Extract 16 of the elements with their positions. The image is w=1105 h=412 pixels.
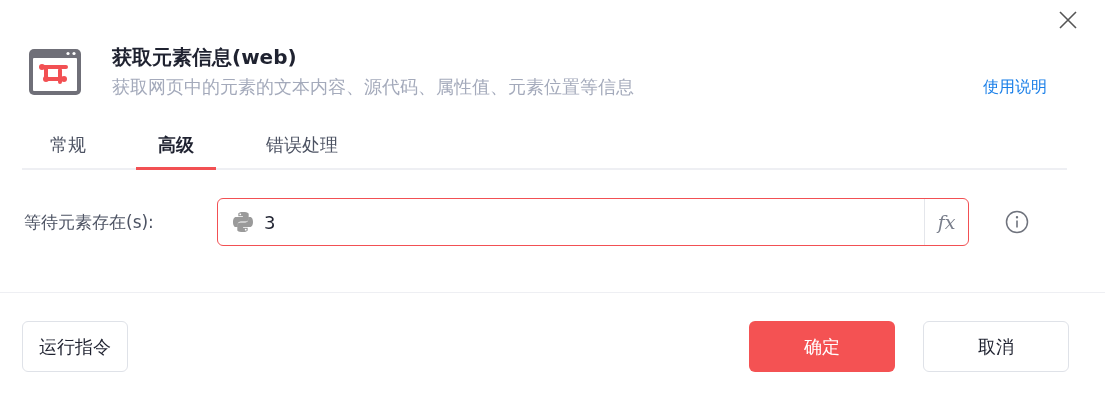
close-button[interactable] [1057,9,1079,31]
tab[interactable]: 错误处理 [244,133,360,170]
action-button[interactable]: 运行指令 [22,321,128,372]
info-icon[interactable] [1005,210,1029,234]
dialog-title: 获取元素信息(web) [112,44,298,71]
formula-button[interactable]: fx [924,199,968,245]
dialog-description: 获取网页中的元素的文本内容、源代码、属性值、元素位置等信息 [112,75,634,99]
action-button[interactable]: 取消 [923,321,1069,372]
value-text[interactable]: 3 [262,210,924,234]
field-label: 等待元素存在(s): [24,210,155,234]
help-link[interactable]: 使用说明 [983,76,1047,98]
browser-window-icon [28,47,82,96]
python-icon [232,211,254,233]
tab[interactable]: 高级 [136,133,216,170]
input-field[interactable]: 3 fx [217,198,969,246]
tab[interactable]: 常规 [28,133,108,170]
